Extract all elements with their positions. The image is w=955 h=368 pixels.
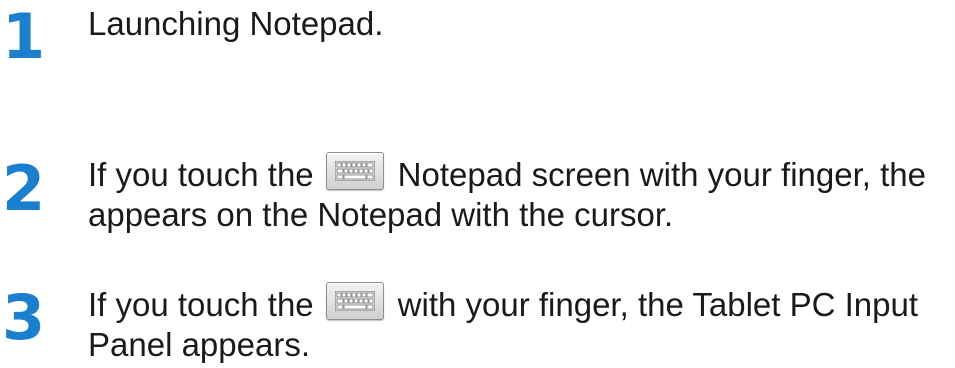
- text-segment: with your finger, the Tablet PC Input: [397, 286, 919, 323]
- step-text-line: Panel appears.: [88, 326, 310, 363]
- text-segment: Notepad screen with your finger, the: [397, 156, 926, 193]
- keyboard-icon: [325, 152, 384, 190]
- text-segment: If you touch the: [88, 156, 314, 193]
- step-text: Launching Notepad.: [88, 4, 948, 44]
- step-text: If you touch the with your finger, the T…: [88, 282, 948, 365]
- step-number: 1: [2, 0, 45, 73]
- keyboard-icon: [325, 282, 384, 320]
- step-text-line: If you touch the with your finger, the T…: [88, 282, 948, 325]
- step-number: 3: [2, 281, 45, 354]
- text-segment: If you touch the: [88, 286, 314, 323]
- step-text: If you touch the Notepad screen with you…: [88, 152, 948, 235]
- step-text-line: Launching Notepad.: [88, 5, 384, 42]
- step-text-line: appears on the Notepad with the cursor.: [88, 196, 674, 233]
- step-text-line: If you touch the Notepad screen with you…: [88, 152, 948, 195]
- step-number: 2: [2, 152, 45, 225]
